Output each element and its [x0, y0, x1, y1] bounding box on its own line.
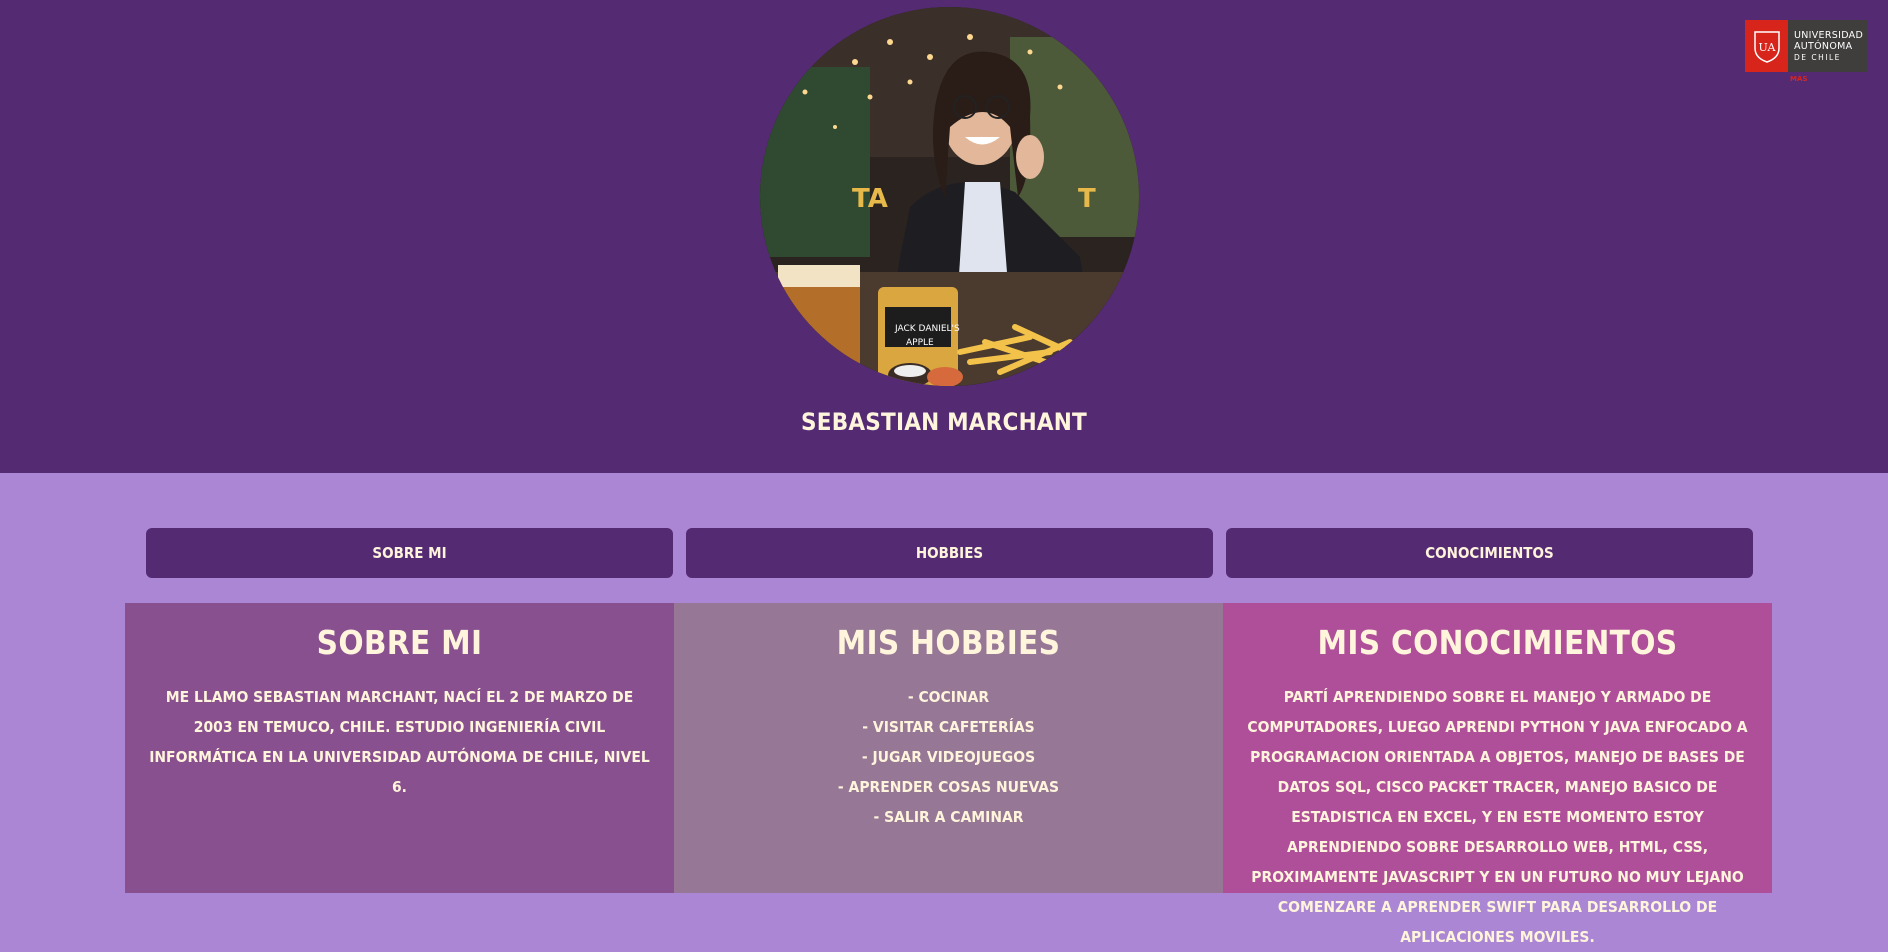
tab-sobre-mi[interactable]: SOBRE MI — [146, 528, 673, 578]
logo-tag: MÁS — [1790, 75, 1808, 83]
skills-text: PARTÍ APRENDIENDO SOBRE EL MANEJO Y ARMA… — [1247, 688, 1748, 946]
section-tabs: SOBRE MI HOBBIES CONOCIMIENTOS — [146, 528, 1753, 578]
tab-conocimientos[interactable]: CONOCIMIENTOS — [1226, 528, 1753, 578]
skills-title: MIS CONOCIMIENTOS — [1317, 623, 1678, 662]
profile-photo: TA T JACK DANIEL'S APPLE — [760, 7, 1139, 386]
shield-icon: UA — [1745, 20, 1788, 72]
list-item: - APRENDER COSAS NUEVAS — [837, 778, 1060, 796]
hobbies-list: - COCINAR - VISITAR CAFETERÍAS - JUGAR V… — [696, 682, 1201, 832]
profile-name: SEBASTIAN MARCHANT — [801, 408, 1087, 436]
logo-line: DE CHILE — [1794, 52, 1841, 62]
logo-line: AUTÓNOMA — [1794, 40, 1853, 52]
list-item: - JUGAR VIDEOJUEGOS — [861, 748, 1036, 766]
about-text: ME LLAMO SEBASTIAN MARCHANT, NACÍ EL 2 D… — [149, 688, 650, 796]
tab-hobbies[interactable]: HOBBIES — [686, 528, 1213, 578]
hobbies-card: MIS HOBBIES - COCINAR - VISITAR CAFETERÍ… — [674, 603, 1223, 893]
logo-badge: UA — [1758, 41, 1776, 54]
svg-text:APPLE: APPLE — [906, 338, 934, 348]
list-item: - SALIR A CAMINAR — [873, 808, 1024, 826]
svg-text:T: T — [1078, 184, 1096, 214]
university-logo: UA UNIVERSIDAD AUTÓNOMA DE CHILE — [1745, 20, 1867, 72]
skills-card: MIS CONOCIMIENTOS PARTÍ APRENDIENDO SOBR… — [1223, 603, 1772, 946]
list-item: - COCINAR — [907, 688, 990, 706]
logo-wordmark: UNIVERSIDAD AUTÓNOMA DE CHILE — [1788, 20, 1867, 72]
profile-header: TA T JACK DANIEL'S APPLE SEBASTIAN MARCH… — [0, 0, 1888, 473]
svg-text:TA: TA — [852, 184, 888, 214]
list-item: - VISITAR CAFETERÍAS — [862, 718, 1035, 736]
logo-line: UNIVERSIDAD — [1794, 29, 1864, 41]
hobbies-title: MIS HOBBIES — [836, 623, 1061, 662]
content-cards: SOBRE MI ME LLAMO SEBASTIAN MARCHANT, NA… — [125, 603, 1772, 946]
svg-text:JACK DANIEL'S: JACK DANIEL'S — [894, 324, 960, 334]
about-title: SOBRE MI — [316, 623, 483, 662]
about-card: SOBRE MI ME LLAMO SEBASTIAN MARCHANT, NA… — [125, 603, 674, 893]
